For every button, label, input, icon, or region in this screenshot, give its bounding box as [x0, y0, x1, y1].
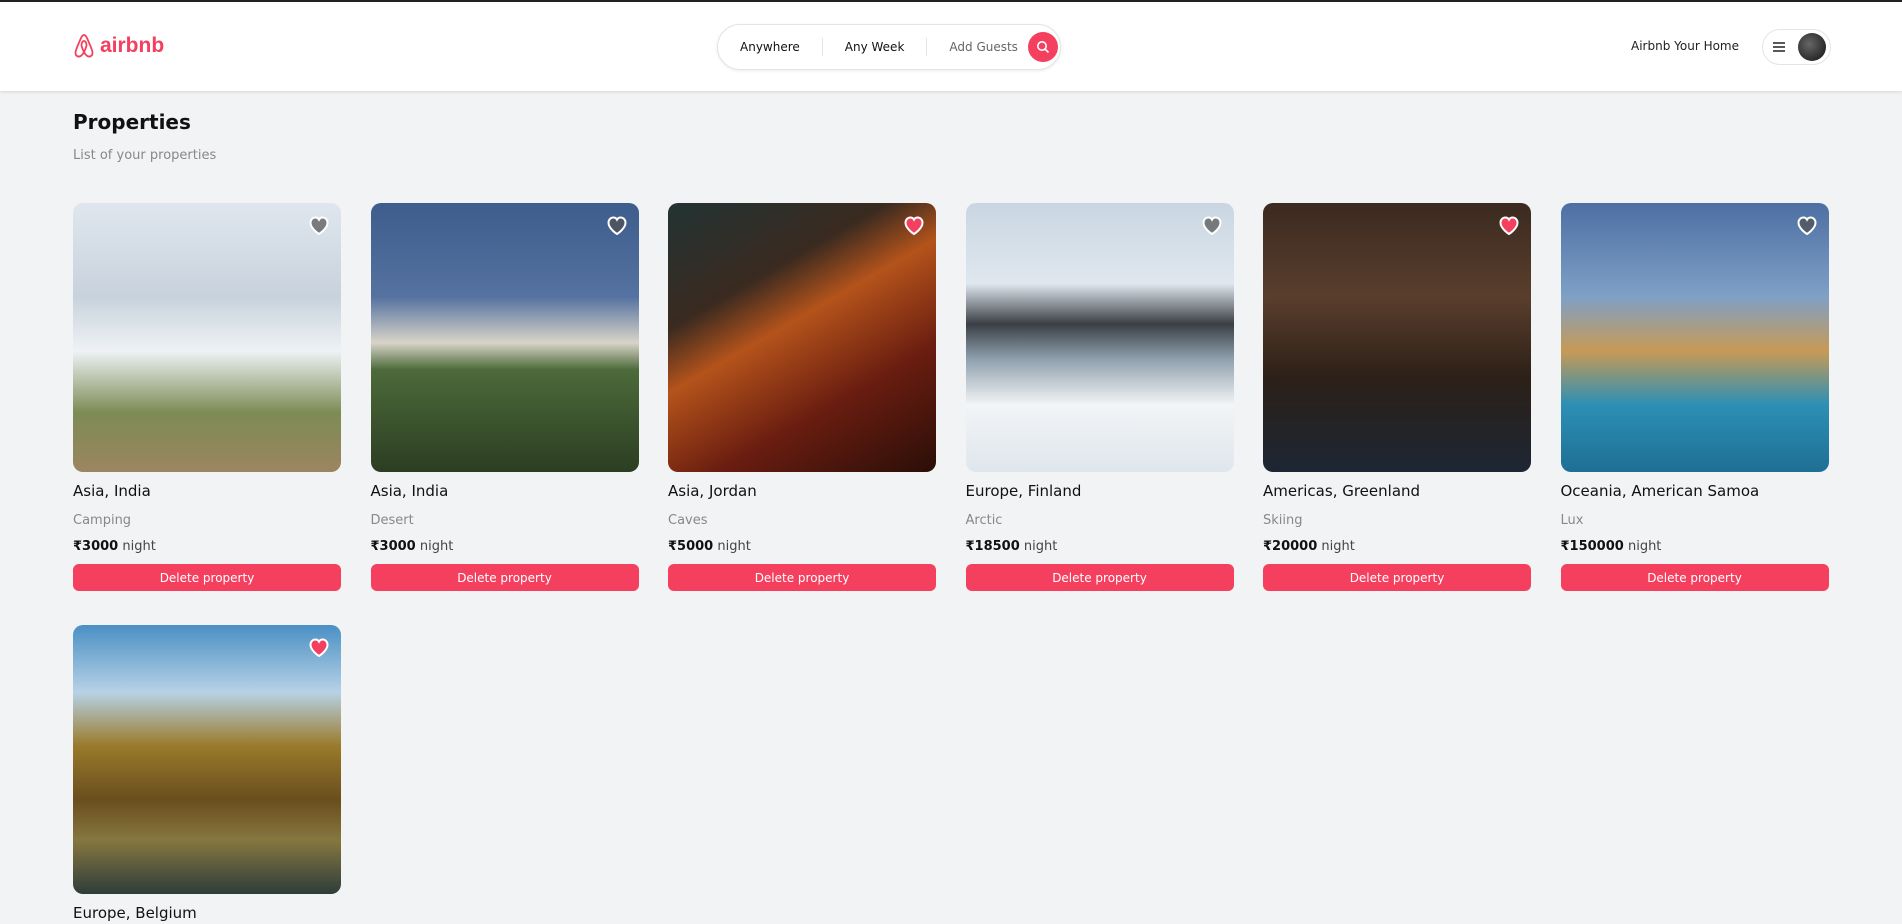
price-value: ₹3000 — [370, 539, 416, 554]
property-category: Desert — [370, 513, 414, 528]
price-unit: night — [717, 539, 751, 554]
price-unit: night — [1023, 539, 1058, 554]
property-price: ₹18500 night — [966, 539, 1234, 554]
price-unit: night — [1321, 539, 1355, 554]
page-title: Properties — [73, 110, 191, 134]
search-anywhere[interactable]: Anywhere — [718, 38, 823, 56]
navbar: airbnb Anywhere Any Week Add Guests Airb… — [0, 2, 1902, 91]
search-button[interactable] — [1027, 32, 1058, 62]
property-location: Asia, Jordan — [668, 482, 757, 500]
property-location: Americas, Greenland — [1263, 482, 1421, 500]
delete-property-button[interactable]: Delete property — [965, 564, 1234, 591]
property-card[interactable]: Europe, Finland Arctic ₹18500 night Delete… — [965, 203, 1234, 591]
property-price: ₹3000 night — [371, 539, 639, 554]
heart-icon[interactable] — [1795, 213, 1819, 237]
property-image[interactable] — [965, 203, 1234, 472]
property-card[interactable]: Americas, Greenland Skiing ₹20000 night De… — [1263, 203, 1531, 591]
heart-icon[interactable] — [1497, 213, 1521, 237]
price-value: ₹3000 — [73, 539, 119, 554]
property-category: Lux — [1560, 513, 1584, 528]
price-value: ₹5000 — [668, 539, 714, 554]
property-image[interactable] — [73, 625, 341, 894]
property-category: Caves — [668, 513, 708, 528]
delete-property-button[interactable]: Delete property — [1263, 564, 1531, 591]
heart-icon[interactable] — [307, 635, 331, 659]
airbnb-your-home-link[interactable]: Airbnb Your Home — [1631, 39, 1739, 53]
property-card[interactable]: Asia, Jordan Caves ₹5000 night Delete prop… — [668, 203, 936, 591]
heart-icon[interactable] — [307, 213, 331, 237]
property-category: Camping — [73, 513, 132, 528]
property-location: Asia, India — [370, 482, 449, 500]
avatar — [1798, 33, 1826, 61]
property-card[interactable]: Asia, India Camping ₹3000 night Delete pro… — [73, 203, 341, 591]
property-location: Oceania, American Samoa — [1560, 482, 1760, 500]
property-location: Europe, Finland — [965, 482, 1082, 500]
airbnb-logo-icon — [74, 34, 94, 58]
property-card[interactable]: Europe, Belgium — [73, 625, 341, 922]
property-image[interactable] — [73, 203, 341, 472]
price-unit: night — [1627, 539, 1662, 554]
heart-icon[interactable] — [605, 213, 629, 237]
property-category: Arctic — [965, 513, 1003, 528]
property-price: ₹20000 night — [1263, 539, 1531, 554]
property-image[interactable] — [668, 203, 936, 472]
property-image[interactable] — [1263, 203, 1531, 472]
property-image[interactable] — [1560, 203, 1829, 472]
delete-property-button[interactable]: Delete property — [370, 564, 639, 591]
property-price: ₹3000 night — [73, 539, 341, 554]
price-unit: night — [122, 539, 156, 554]
price-value: ₹20000 — [1263, 539, 1318, 554]
delete-property-button[interactable]: Delete property — [668, 564, 936, 591]
search-any-week[interactable]: Any Week — [823, 38, 928, 56]
price-value: ₹150000 — [1560, 539, 1624, 554]
user-menu-button[interactable] — [1762, 29, 1831, 65]
property-image[interactable] — [370, 203, 639, 472]
search-add-guests[interactable]: Add Guests — [927, 38, 1028, 56]
delete-property-button[interactable]: Delete property — [73, 564, 341, 591]
property-price: ₹150000 night — [1561, 539, 1829, 554]
price-value: ₹18500 — [965, 539, 1020, 554]
property-price: ₹5000 night — [668, 539, 936, 554]
page-subtitle: List of your properties — [73, 148, 217, 163]
logo-text: airbnb — [100, 34, 165, 57]
property-location: Europe, Belgium — [73, 904, 197, 922]
property-card[interactable]: Asia, India Desert ₹3000 night Delete prop… — [370, 203, 639, 591]
logo[interactable]: airbnb — [72, 33, 164, 59]
property-category: Skiing — [1263, 513, 1303, 528]
heart-icon[interactable] — [902, 213, 926, 237]
property-card[interactable]: Oceania, American Samoa Lux ₹150000 night … — [1560, 203, 1829, 591]
search-icon — [1036, 41, 1050, 54]
property-location: Asia, India — [73, 482, 151, 500]
search-bar[interactable]: Anywhere Any Week Add Guests — [717, 24, 1061, 70]
price-unit: night — [419, 539, 454, 554]
heart-icon[interactable] — [1200, 213, 1224, 237]
delete-property-button[interactable]: Delete property — [1560, 564, 1829, 591]
hamburger-menu-icon — [1773, 42, 1785, 52]
